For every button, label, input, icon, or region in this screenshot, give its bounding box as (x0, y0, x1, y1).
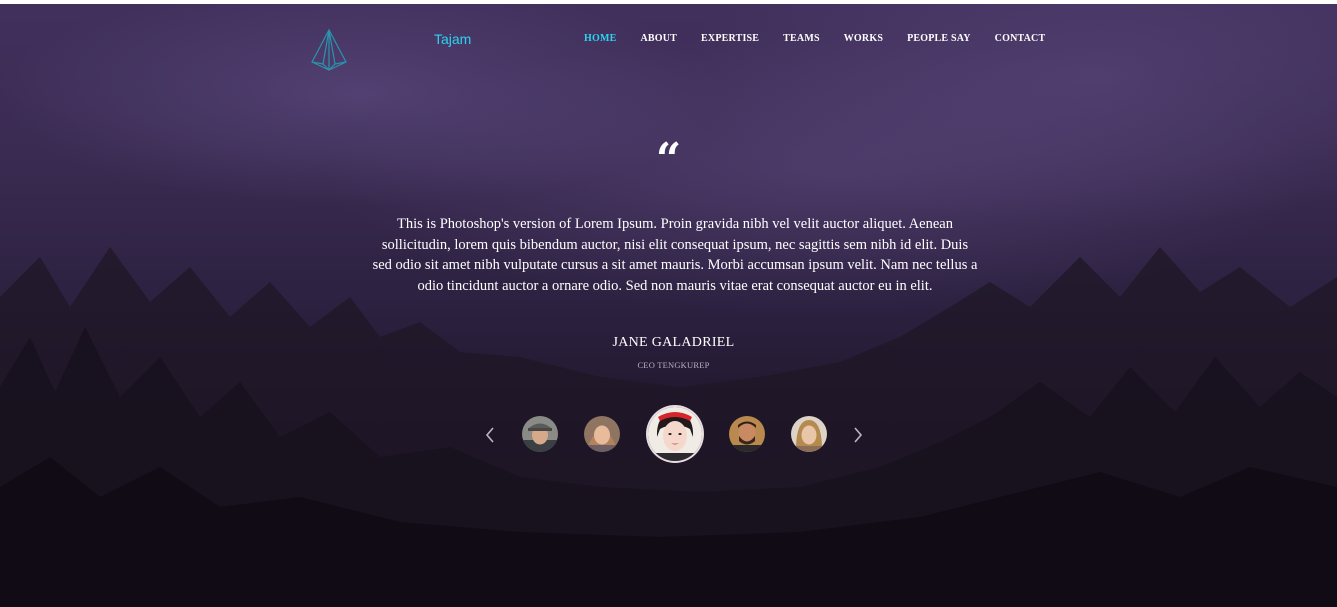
avatar-2[interactable] (584, 416, 620, 452)
avatar-5[interactable] (791, 416, 827, 452)
avatar-3[interactable] (648, 407, 702, 461)
hero-section: Tajam HOME ABOUT EXPERTISE TEAMS WORKS P… (0, 4, 1337, 607)
testimonial-carousel (0, 4, 1337, 607)
chevron-right-icon[interactable] (851, 425, 865, 445)
avatar-1[interactable] (522, 416, 558, 452)
chevron-left-icon[interactable] (483, 425, 497, 445)
avatar-4[interactable] (729, 416, 765, 452)
